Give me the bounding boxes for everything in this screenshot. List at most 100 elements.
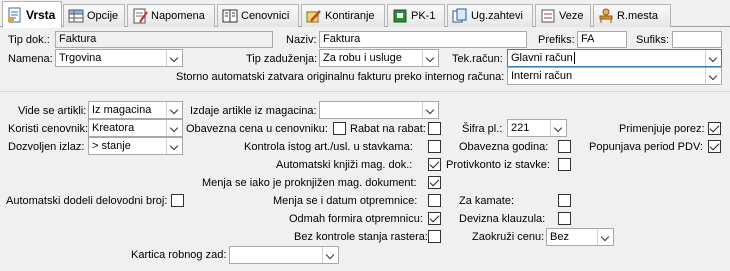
sifra-select[interactable]: 221 — [507, 119, 567, 137]
koristi-select[interactable]: Kreatora — [88, 119, 183, 137]
vide-se-select[interactable]: Iz magacina — [88, 101, 183, 119]
protivkonto-checkbox[interactable] — [558, 158, 571, 171]
tab-label: Veze — [559, 10, 584, 22]
desk-icon — [598, 8, 614, 24]
sifra-value: 221 — [511, 122, 530, 134]
devizna-label: Devizna klauzula: — [459, 213, 546, 225]
tab-pk1[interactable]: PK-1 — [387, 4, 445, 27]
namena-value: Trgovina — [59, 52, 102, 64]
bez-kontrole-checkbox[interactable] — [428, 230, 441, 243]
chevron-down-icon[interactable] — [166, 120, 182, 136]
automatski-dodeli-checkbox[interactable] — [171, 194, 184, 207]
rabat-label: Rabat na rabat: — [350, 123, 426, 135]
naziv-label: Naziv: — [286, 34, 317, 46]
zaokruzi-select[interactable]: Bez — [546, 228, 614, 246]
protivkonto-label: Protivkonto iz stavke: — [446, 159, 550, 171]
obavezna-godina-checkbox[interactable] — [558, 140, 571, 153]
section-divider — [0, 91, 730, 92]
tip-zaduzenja-label: Tip zaduženja: — [246, 53, 318, 65]
izdaje-select[interactable] — [319, 101, 439, 119]
sufiks-field[interactable] — [672, 31, 722, 48]
tab-label: Ug.zahtevi — [471, 10, 523, 22]
storno-select[interactable]: Interni račun — [507, 67, 722, 85]
dozvoljen-value: > stanje — [92, 140, 131, 152]
storno-value: Interni račun — [511, 70, 573, 82]
menja-datum-checkbox[interactable] — [428, 194, 441, 207]
chevron-down-icon[interactable] — [550, 120, 566, 136]
primenjuje-checkbox[interactable] — [708, 122, 721, 135]
document-icon — [7, 7, 23, 23]
kartica-label: Kartica robnog zad: — [131, 249, 227, 261]
automatski-dodeli-label: Automatski dodeli delovodni broj: — [6, 195, 168, 207]
chevron-down-icon[interactable] — [705, 68, 721, 84]
tab-ug-zahtevi[interactable]: Ug.zahtevi — [447, 4, 533, 27]
tab-label: R.mesta — [617, 10, 658, 22]
sufiks-label: Sufiks: — [636, 34, 670, 46]
devizna-checkbox[interactable] — [558, 212, 571, 225]
tab-cenovnici[interactable]: Cenovnici — [217, 4, 299, 27]
chevron-down-icon[interactable] — [166, 138, 182, 154]
tab-opcije[interactable]: Opcije — [63, 4, 125, 27]
tab-label: Opcije — [87, 10, 119, 22]
pencil-icon — [306, 8, 322, 24]
naziv-field[interactable]: Faktura — [319, 31, 527, 48]
tab-vrsta[interactable]: Vrsta — [2, 1, 62, 28]
zaokruzi-value: Bez — [550, 231, 569, 243]
ledger-icon — [222, 8, 238, 24]
izdaje-label: Izdaje artikle iz magacina: — [190, 105, 317, 117]
automatski-knjizi-checkbox[interactable] — [428, 158, 441, 171]
chevron-down-icon[interactable] — [597, 229, 613, 245]
chevron-down-icon[interactable] — [422, 50, 438, 66]
tip-dok-label: Tip dok.: — [8, 34, 50, 46]
chevron-down-icon[interactable] — [322, 247, 338, 263]
popunjava-checkbox[interactable] — [708, 140, 721, 153]
note-icon — [132, 8, 148, 24]
menja-se-checkbox[interactable] — [428, 176, 441, 189]
tab-napomena[interactable]: Napomena — [127, 4, 215, 27]
primenjuje-label: Primenjuje porez: — [619, 123, 705, 135]
text-cursor — [573, 52, 575, 65]
tab-veze[interactable]: Veze — [535, 4, 591, 27]
zaokruzi-label: Zaokruži cenu: — [472, 231, 545, 243]
prefiks-field[interactable]: FA — [577, 31, 627, 48]
chevron-down-icon[interactable] — [422, 102, 438, 118]
popunjava-label: Popunjava period PDV: — [589, 141, 703, 153]
tek-racun-value: Glavni račun — [511, 52, 573, 64]
prefiks-label: Prefiks: — [538, 34, 575, 46]
koristi-value: Kreatora — [92, 122, 135, 134]
kontrola-label: Kontrola istog art./usl. u stavkama: — [244, 141, 413, 153]
tip-dok-field: Faktura — [55, 31, 273, 48]
odmah-checkbox[interactable] — [428, 212, 441, 225]
obavezna-cena-label: Obavezna cena u cenovniku: — [186, 123, 328, 135]
contracts-icon — [452, 8, 468, 24]
za-kamate-checkbox[interactable] — [558, 194, 571, 207]
table-icon — [68, 8, 84, 24]
tab-kontiranje[interactable]: Kontiranje — [301, 4, 385, 27]
automatski-knjizi-label: Automatski knjiži mag. dok.: — [276, 159, 413, 171]
tip-zaduzenja-select[interactable]: Za robu i usluge — [319, 49, 439, 67]
kontrola-checkbox[interactable] — [428, 140, 441, 153]
storno-label: Storno automatski zatvara originalnu fak… — [176, 71, 505, 83]
tab-r-mesta[interactable]: R.mesta — [593, 4, 671, 27]
tek-racun-label: Tek.račun: — [452, 53, 503, 65]
tab-label: Napomena — [151, 10, 205, 22]
tab-bar: Vrsta Opcije Napomena Cenovnici Kontiran… — [0, 0, 730, 28]
chevron-down-icon[interactable] — [705, 50, 721, 66]
kartica-select[interactable] — [229, 246, 339, 264]
tab-label: Cenovnici — [241, 10, 290, 22]
chevron-down-icon[interactable] — [166, 50, 182, 66]
menja-se-label: Menja se iako je proknjižen mag. dokumen… — [202, 177, 417, 189]
chevron-down-icon[interactable] — [166, 102, 182, 118]
bez-kontrole-label: Bez kontrole stanja rastera: — [294, 231, 428, 243]
links-icon — [540, 8, 556, 24]
rabat-checkbox[interactable] — [428, 122, 441, 135]
dozvoljen-label: Dozvoljen izlaz: — [8, 141, 85, 153]
dozvoljen-select[interactable]: > stanje — [88, 137, 183, 155]
namena-select[interactable]: Trgovina — [55, 49, 183, 67]
form-panel: Tip dok.: Faktura Naziv: Faktura Prefiks… — [0, 27, 730, 271]
tab-label: Vrsta — [26, 8, 56, 22]
tab-label: Kontiranje — [325, 10, 375, 22]
za-kamate-label: Za kamate: — [459, 195, 515, 207]
tek-racun-select[interactable]: Glavni račun — [507, 49, 722, 67]
obavezna-cena-checkbox[interactable] — [333, 122, 346, 135]
